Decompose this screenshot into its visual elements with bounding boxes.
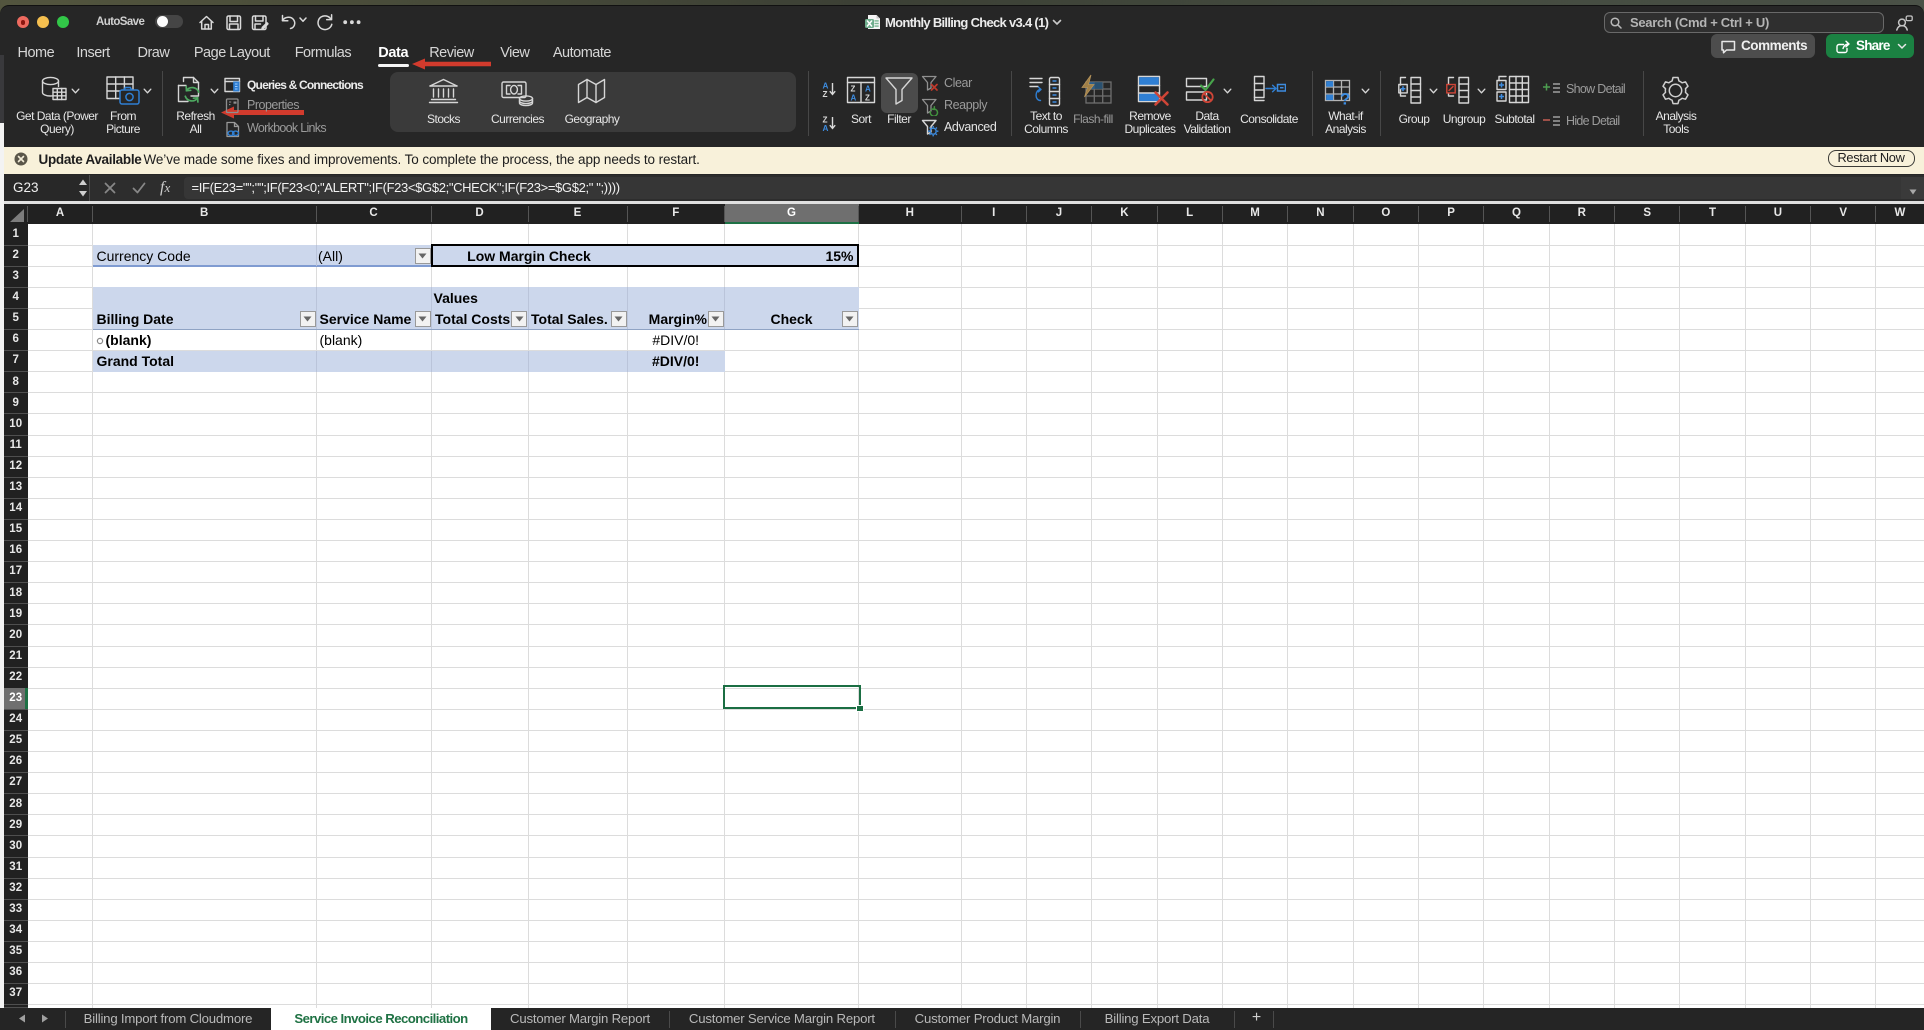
svg-text:Z: Z	[851, 85, 856, 94]
svg-text:Z: Z	[865, 94, 870, 103]
svg-text:A: A	[865, 85, 871, 94]
svg-text:?: ?	[1340, 90, 1350, 108]
svg-text:A: A	[851, 94, 857, 103]
svg-text:Z: Z	[823, 90, 828, 98]
